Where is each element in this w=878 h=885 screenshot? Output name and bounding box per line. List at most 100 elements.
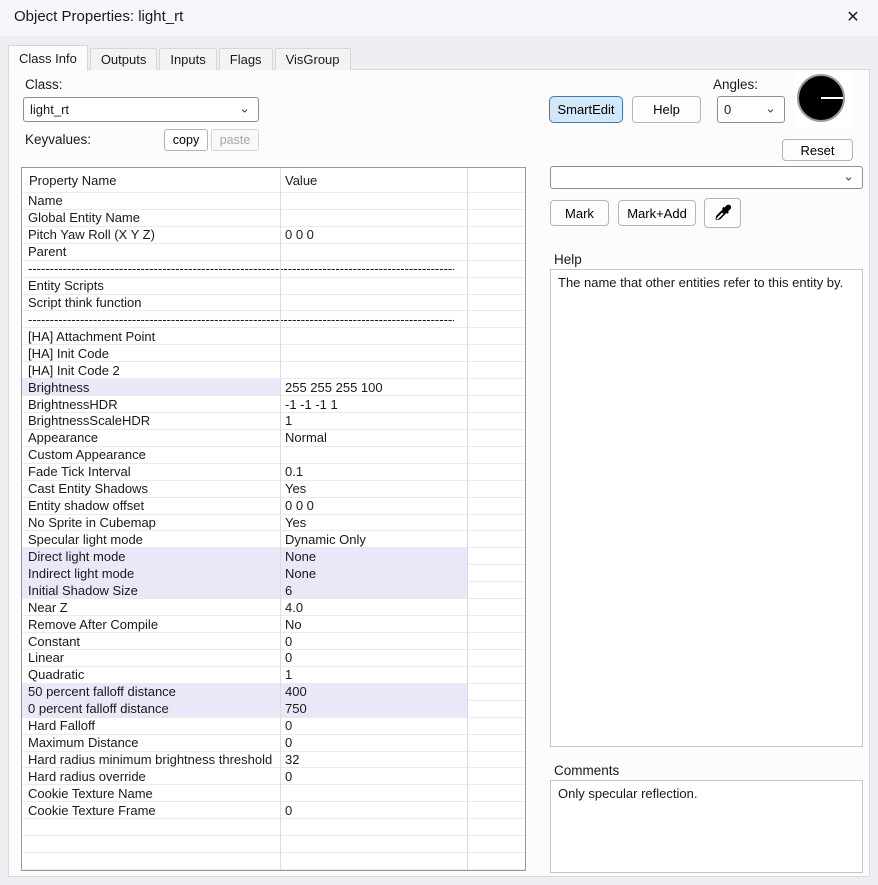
tab-outputs[interactable]: Outputs bbox=[90, 48, 158, 70]
comments-box[interactable]: Only specular reflection. bbox=[550, 780, 863, 873]
property-name-cell: Constant bbox=[22, 633, 280, 649]
table-row[interactable]: Cookie Texture Frame0 bbox=[22, 802, 525, 819]
table-row[interactable]: AppearanceNormal bbox=[22, 430, 525, 447]
table-row[interactable]: Indirect light modeNone bbox=[22, 565, 525, 582]
copy-button[interactable]: copy bbox=[164, 129, 208, 151]
separator-row[interactable]: ----------------------------------------… bbox=[22, 261, 525, 278]
help-panel-label: Help bbox=[554, 252, 582, 267]
chevron-down-icon: ⌄ bbox=[843, 168, 854, 184]
paste-button[interactable]: paste bbox=[211, 129, 259, 151]
table-row[interactable]: Script think function bbox=[22, 295, 525, 312]
separator-dashes: ----------------------------------------… bbox=[22, 261, 454, 277]
property-value-cell: 6 bbox=[280, 582, 467, 598]
smartedit-toggle-button[interactable]: SmartEdit bbox=[549, 96, 623, 123]
table-row[interactable]: Cast Entity ShadowsYes bbox=[22, 481, 525, 498]
table-row[interactable]: Near Z4.0 bbox=[22, 599, 525, 616]
class-info-page: Class: light_rt ⌄ Keyvalues: copy paste … bbox=[8, 69, 870, 877]
property-value-cell bbox=[280, 295, 467, 311]
title-bar: Object Properties: light_rt ✕ bbox=[0, 0, 878, 36]
column-header-property-name: Property Name bbox=[22, 168, 280, 192]
property-name-cell: Initial Shadow Size bbox=[22, 582, 280, 598]
property-value-cell: Normal bbox=[280, 430, 467, 446]
table-row[interactable]: 0 percent falloff distance750 bbox=[22, 701, 525, 718]
table-row[interactable] bbox=[22, 853, 525, 870]
property-name-cell: Pitch Yaw Roll (X Y Z) bbox=[22, 227, 280, 243]
table-row[interactable]: [HA] Attachment Point bbox=[22, 328, 525, 345]
property-name-cell: Hard radius minimum brightness threshold bbox=[22, 752, 280, 768]
table-row[interactable]: Custom Appearance bbox=[22, 447, 525, 464]
property-name-cell bbox=[22, 836, 280, 852]
table-row[interactable]: Hard radius override0 bbox=[22, 768, 525, 785]
tab-flags[interactable]: Flags bbox=[219, 48, 273, 70]
table-row[interactable]: Remove After CompileNo bbox=[22, 616, 525, 633]
table-row[interactable]: Hard Falloff0 bbox=[22, 718, 525, 735]
table-row[interactable]: Quadratic1 bbox=[22, 667, 525, 684]
tab-inputs[interactable]: Inputs bbox=[159, 48, 216, 70]
chevron-down-icon: ⌄ bbox=[765, 100, 776, 116]
property-name-cell: Cast Entity Shadows bbox=[22, 481, 280, 497]
window-title: Object Properties: light_rt bbox=[14, 8, 183, 25]
property-name-cell: Cookie Texture Frame bbox=[22, 802, 280, 818]
table-row[interactable]: Fade Tick Interval0.1 bbox=[22, 464, 525, 481]
table-row[interactable]: Constant0 bbox=[22, 633, 525, 650]
table-row[interactable]: Direct light modeNone bbox=[22, 548, 525, 565]
table-row[interactable] bbox=[22, 836, 525, 853]
property-name-cell: Parent bbox=[22, 244, 280, 260]
table-row[interactable]: Name bbox=[22, 193, 525, 210]
mark-button[interactable]: Mark bbox=[550, 200, 609, 226]
table-row[interactable]: Maximum Distance0 bbox=[22, 735, 525, 752]
property-value-cell bbox=[280, 244, 467, 260]
property-name-cell: Direct light mode bbox=[22, 548, 280, 564]
help-box: The name that other entities refer to th… bbox=[550, 269, 863, 747]
table-row[interactable]: Cookie Texture Name bbox=[22, 785, 525, 802]
property-value-cell: 0 bbox=[280, 768, 467, 784]
tab-visgroup[interactable]: VisGroup bbox=[275, 48, 351, 70]
table-row[interactable]: BrightnessHDR-1 -1 -1 1 bbox=[22, 396, 525, 413]
class-label: Class: bbox=[25, 77, 63, 92]
table-row[interactable]: Pitch Yaw Roll (X Y Z)0 0 0 bbox=[22, 227, 525, 244]
table-row[interactable]: [HA] Init Code 2 bbox=[22, 362, 525, 379]
tab-class-info[interactable]: Class Info bbox=[8, 45, 88, 71]
property-value-cell bbox=[280, 345, 467, 361]
property-name-cell: Near Z bbox=[22, 599, 280, 615]
value-select[interactable]: ⌄ bbox=[550, 166, 863, 189]
comments-label: Comments bbox=[554, 763, 619, 778]
property-name-cell: 0 percent falloff distance bbox=[22, 701, 280, 717]
keyvalues-label: Keyvalues: bbox=[25, 132, 91, 147]
table-header-row: Property Name Value bbox=[22, 168, 525, 193]
mark-add-button[interactable]: Mark+Add bbox=[618, 200, 696, 226]
property-value-cell: Yes bbox=[280, 481, 467, 497]
angles-select[interactable]: 0 ⌄ bbox=[717, 96, 785, 123]
table-row[interactable] bbox=[22, 819, 525, 836]
table-row[interactable]: Global Entity Name bbox=[22, 210, 525, 227]
table-row[interactable]: No Sprite in CubemapYes bbox=[22, 515, 525, 532]
property-value-cell: 400 bbox=[280, 684, 467, 700]
property-name-cell: Maximum Distance bbox=[22, 735, 280, 751]
eyedropper-button[interactable] bbox=[704, 198, 741, 228]
angle-dial[interactable] bbox=[797, 74, 845, 122]
table-row[interactable]: Parent bbox=[22, 244, 525, 261]
angle-dial-panel bbox=[794, 72, 851, 128]
property-name-cell: Entity Scripts bbox=[22, 278, 280, 294]
angles-select-value: 0 bbox=[724, 102, 731, 117]
property-name-cell: [HA] Init Code bbox=[22, 345, 280, 361]
table-row[interactable]: Hard radius minimum brightness threshold… bbox=[22, 752, 525, 769]
table-row[interactable]: Linear0 bbox=[22, 650, 525, 667]
reset-button[interactable]: Reset bbox=[782, 139, 853, 161]
table-row[interactable]: Entity Scripts bbox=[22, 278, 525, 295]
table-row[interactable]: 50 percent falloff distance400 bbox=[22, 684, 525, 701]
property-name-cell: Indirect light mode bbox=[22, 565, 280, 581]
table-row[interactable]: Specular light modeDynamic Only bbox=[22, 531, 525, 548]
property-value-cell bbox=[280, 853, 467, 869]
property-value-cell: 1 bbox=[280, 667, 467, 683]
class-select[interactable]: light_rt ⌄ bbox=[23, 97, 259, 122]
table-row[interactable]: Entity shadow offset0 0 0 bbox=[22, 498, 525, 515]
table-row[interactable]: Brightness255 255 255 100 bbox=[22, 379, 525, 396]
help-button[interactable]: Help bbox=[632, 96, 701, 123]
table-row[interactable]: Initial Shadow Size6 bbox=[22, 582, 525, 599]
table-row[interactable]: [HA] Init Code bbox=[22, 345, 525, 362]
close-icon[interactable]: ✕ bbox=[841, 6, 865, 30]
property-value-cell: 0 bbox=[280, 650, 467, 666]
table-row[interactable]: BrightnessScaleHDR1 bbox=[22, 413, 525, 430]
separator-row[interactable]: ----------------------------------------… bbox=[22, 311, 525, 328]
